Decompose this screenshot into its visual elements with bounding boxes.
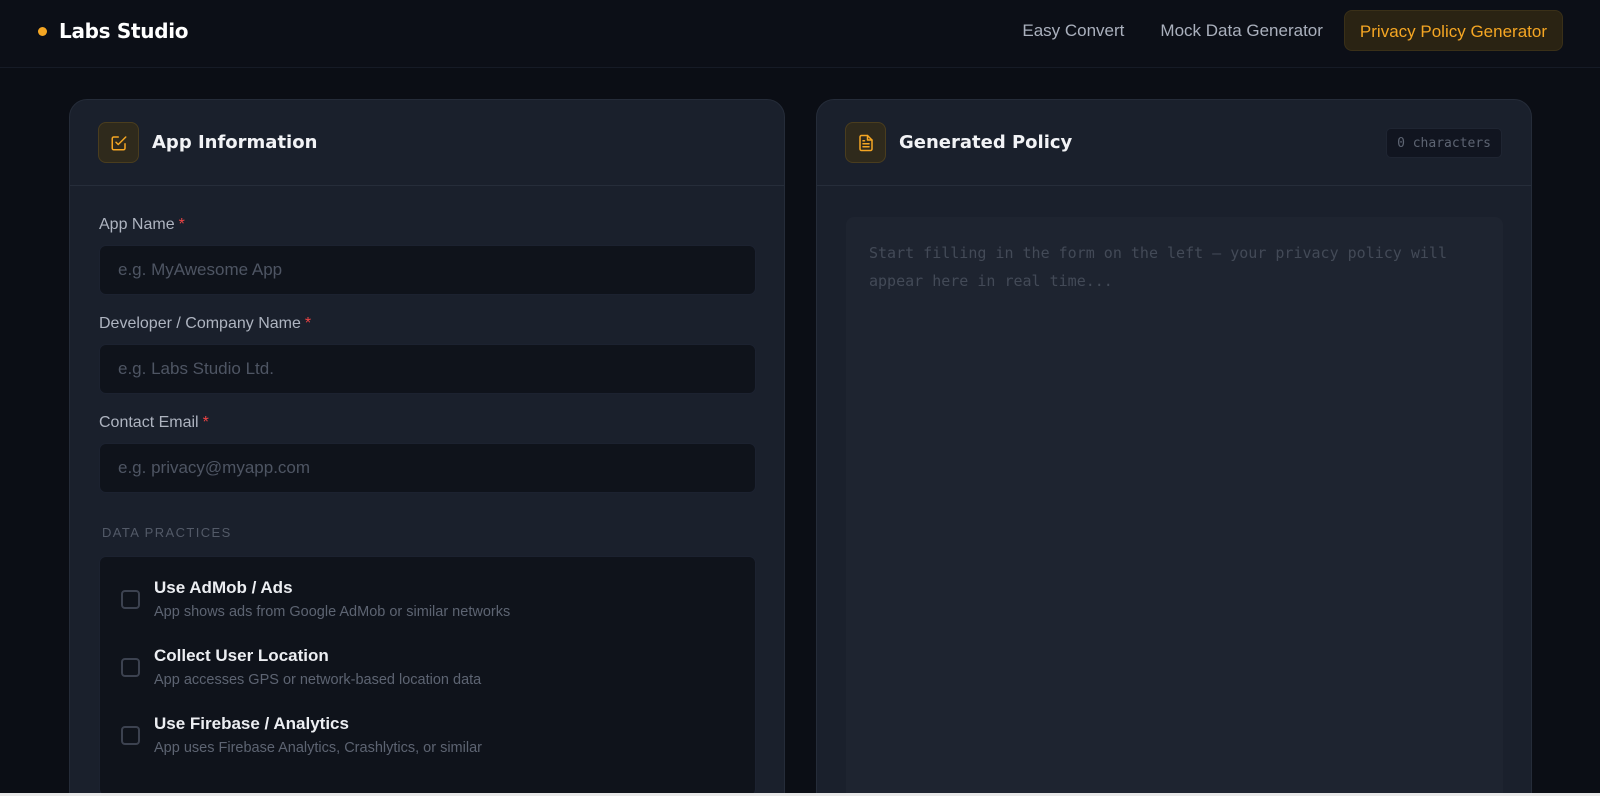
practice-title: Collect User Location [154, 646, 329, 665]
practice-item-admob[interactable]: Use AdMob / Ads App shows ads from Googl… [100, 577, 755, 645]
contact-email-label: Contact Email * [99, 414, 209, 431]
top-bar: Labs Studio Easy Convert Mock Data Gener… [0, 0, 1600, 68]
firebase-checkbox[interactable] [121, 726, 140, 745]
app-info-form: App Name* Developer / Company Name* Cont… [70, 186, 784, 796]
app-information-header: App Information [70, 100, 784, 186]
document-icon [845, 122, 886, 163]
practice-item-location[interactable]: Collect User Location App accesses GPS o… [100, 645, 755, 713]
practice-description: App shows ads from Google AdMob or simil… [154, 604, 511, 620]
app-name-input[interactable] [99, 245, 756, 295]
practice-text: Use AdMob / Ads App shows ads from Googl… [154, 577, 510, 620]
contact-email-field-group: Contact Email * [99, 414, 756, 493]
practice-text: Collect User Location App accesses GPS o… [154, 645, 481, 688]
policy-output[interactable]: Start filling in the form on the left — … [846, 217, 1503, 796]
location-checkbox[interactable] [121, 658, 140, 677]
app-information-panel: App Information App Name* Developer / Co… [69, 99, 785, 796]
company-name-input[interactable] [99, 344, 756, 394]
company-name-field-group: Developer / Company Name * [99, 315, 756, 394]
main-nav: Easy Convert Mock Data Generator Privacy… [1007, 10, 1563, 51]
policy-placeholder-line-1: Start filling in the form on the left — … [869, 244, 1447, 262]
practice-title: Use AdMob / Ads [154, 578, 293, 597]
nav-item-easy-convert[interactable]: Easy Convert [1007, 10, 1139, 51]
company-name-label: Developer / Company Name * [99, 315, 312, 332]
practice-text: Use Firebase / Analytics App uses Fireba… [154, 713, 482, 756]
data-practices-list: Use AdMob / Ads App shows ads from Googl… [99, 556, 756, 796]
generated-policy-header: Generated Policy 0 characters [817, 100, 1531, 186]
generated-policy-panel: Generated Policy 0 characters Start fill… [816, 99, 1532, 796]
character-count-badge: 0 characters [1386, 128, 1502, 158]
panel-title: Generated Policy [899, 132, 1073, 153]
required-mark: * [178, 216, 185, 233]
admob-checkbox[interactable] [121, 590, 140, 609]
practice-item-firebase[interactable]: Use Firebase / Analytics App uses Fireba… [100, 713, 755, 781]
practice-title: Use Firebase / Analytics [154, 714, 349, 733]
data-practices-heading: DATA PRACTICES [102, 525, 232, 540]
required-mark: * [202, 414, 209, 431]
brand-name: Labs Studio [59, 19, 189, 43]
app-name-label: App Name * [99, 216, 185, 233]
contact-email-input[interactable] [99, 443, 756, 493]
practice-description: App uses Firebase Analytics, Crashlytics… [154, 740, 482, 756]
nav-item-privacy-policy-generator[interactable]: Privacy Policy Generator [1343, 10, 1563, 51]
brand-dot-icon [38, 26, 47, 36]
practice-description: App accesses GPS or network-based locati… [154, 672, 482, 688]
policy-placeholder-line-2: appear here in real time... [869, 272, 1113, 290]
app-name-field-group: App Name * [99, 216, 756, 295]
brand[interactable]: Labs Studio [38, 17, 189, 45]
edit-checkbox-icon [98, 122, 139, 163]
panel-title: App Information [152, 132, 318, 153]
required-mark: * [304, 315, 312, 332]
nav-item-mock-data-generator[interactable]: Mock Data Generator [1145, 10, 1338, 51]
